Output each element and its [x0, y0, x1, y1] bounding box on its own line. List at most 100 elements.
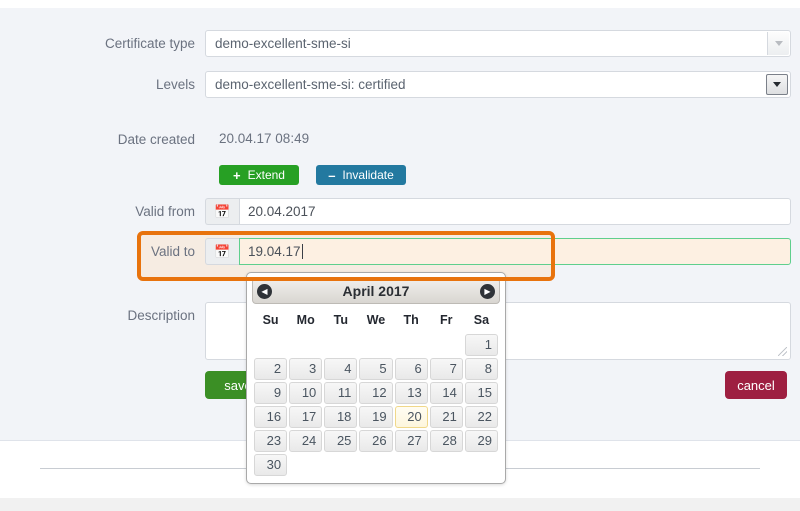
datepicker-day-22[interactable]: 22 [464, 406, 498, 428]
datepicker-empty-cell [254, 334, 287, 356]
datepicker-day-cell: 18 [324, 406, 358, 428]
weekday-mo: Mo [296, 313, 315, 327]
weekday-tu: Tu [333, 313, 349, 327]
datepicker-day-18[interactable]: 18 [324, 406, 358, 428]
weekday-th: Th [403, 313, 419, 327]
calendar-icon[interactable]: 📅 [205, 198, 239, 225]
datepicker-header: ◀ April 2017 ▶ [252, 278, 500, 304]
valid-to-input-group[interactable]: 📅 19.04.17 [205, 238, 791, 265]
valid-from-input-group[interactable]: 📅 20.04.2017 [205, 198, 791, 225]
datepicker-day-cell: 20 [394, 406, 428, 428]
datepicker-day-29[interactable]: 29 [464, 430, 498, 452]
datepicker-empty-cell [289, 454, 322, 476]
datepicker-day-cell: 13 [394, 382, 428, 404]
datepicker-day-23[interactable]: 23 [254, 430, 288, 452]
datepicker-day-cell: 27 [394, 430, 428, 452]
valid-from-input[interactable]: 20.04.2017 [239, 198, 791, 225]
datepicker-day-30[interactable]: 30 [254, 454, 288, 476]
datepicker-day-26[interactable]: 26 [359, 430, 393, 452]
invalidate-button-label: Invalidate [342, 168, 394, 182]
datepicker-day-27[interactable]: 27 [394, 430, 428, 452]
datepicker-week-row: 1 [254, 334, 498, 356]
certificate-type-select[interactable]: demo-excellent-sme-si [205, 30, 791, 57]
datepicker-empty-cell [465, 454, 498, 476]
datepicker-day-3[interactable]: 3 [289, 358, 323, 380]
datepicker-day-cell: 21 [429, 406, 463, 428]
datepicker-empty-cell [395, 334, 428, 356]
datepicker-day-cell: 22 [464, 406, 498, 428]
weekday-su: Su [262, 313, 279, 327]
weekday-sa: Sa [473, 313, 490, 327]
description-label: Description [127, 308, 195, 323]
datepicker-day-5[interactable]: 5 [359, 358, 393, 380]
datepicker-day-1[interactable]: 1 [464, 334, 498, 356]
datepicker-day-cell: 24 [289, 430, 323, 452]
datepicker-day-cell: 6 [394, 358, 428, 380]
chevron-down-icon[interactable] [766, 74, 788, 95]
datepicker-day-21[interactable]: 21 [429, 406, 463, 428]
datepicker-empty-cell [395, 454, 428, 476]
datepicker-grid: Su Mo Tu We Th Fr Sa 1 2 3 4 5 6 7 8 9 10 11 12 13 14… [252, 308, 500, 478]
datepicker-day-25[interactable]: 25 [324, 430, 358, 452]
datepicker-weekday-row: Su Mo Tu We Th Fr Sa [254, 310, 498, 332]
datepicker-day-cell: 4 [324, 358, 358, 380]
datepicker-day-7[interactable]: 7 [429, 358, 463, 380]
chevron-left-icon[interactable]: ◀ [257, 283, 272, 299]
datepicker-day-cell: 2 [254, 358, 288, 380]
datepicker-week-row: 23 24 25 26 27 28 29 [254, 430, 498, 452]
datepicker-week-row: 16 17 18 19 20 21 22 [254, 406, 498, 428]
extend-button-label: Extend [247, 168, 285, 182]
datepicker-empty-cell-container [289, 454, 322, 476]
datepicker-day-cell: 1 [464, 334, 498, 356]
datepicker-day-16[interactable]: 16 [254, 406, 288, 428]
resize-handle-icon[interactable] [778, 347, 787, 356]
chevron-down-icon[interactable] [767, 32, 789, 55]
datepicker-title: April 2017 [342, 283, 410, 299]
datepicker-day-cell: 25 [324, 430, 358, 452]
datepicker-day-13[interactable]: 13 [394, 382, 428, 404]
cancel-button[interactable]: cancel [725, 371, 787, 399]
datepicker-empty-cell-container [395, 454, 428, 476]
datepicker-day-cell: 10 [289, 382, 323, 404]
datepicker-day-15[interactable]: 15 [464, 382, 498, 404]
date-created-value: 20.04.17 08:49 [219, 131, 310, 146]
datepicker-day-24[interactable]: 24 [289, 430, 323, 452]
datepicker-day-4[interactable]: 4 [324, 358, 358, 380]
datepicker-day-8[interactable]: 8 [464, 358, 498, 380]
extend-button[interactable]: + Extend [219, 165, 299, 185]
datepicker-day-6[interactable]: 6 [394, 358, 428, 380]
datepicker-day-cell: 30 [254, 454, 288, 476]
levels-select[interactable]: demo-excellent-sme-si: certified [205, 71, 791, 98]
datepicker-day-17[interactable]: 17 [289, 406, 323, 428]
datepicker-day-10[interactable]: 10 [289, 382, 323, 404]
datepicker-day-cell: 16 [254, 406, 288, 428]
levels-label: Levels [155, 77, 195, 92]
invalidate-button[interactable]: – Invalidate [316, 165, 406, 185]
screen: Certificate type demo-excellent-sme-si L… [0, 0, 800, 511]
datepicker-empty-cell [289, 334, 322, 356]
datepicker-day-20[interactable]: 20 [394, 406, 428, 428]
datepicker-empty-cell-container [395, 334, 428, 356]
valid-to-input[interactable]: 19.04.17 [239, 238, 791, 265]
chevron-right-icon[interactable]: ▶ [480, 283, 495, 299]
datepicker-empty-cell [324, 454, 357, 476]
datepicker-empty-cell [430, 454, 463, 476]
datepicker-empty-cell-container [465, 454, 498, 476]
weekday-fr: Fr [440, 313, 453, 327]
datepicker-week-row: 2345678 [254, 358, 498, 380]
datepicker-day-19[interactable]: 19 [359, 406, 393, 428]
datepicker-body: 1 2 3 4 5 6 7 8 9 10 11 12 13 14 15 16 17 18 19 20 21 22 23 24 2… [254, 334, 498, 476]
calendar-icon[interactable]: 📅 [205, 238, 239, 265]
datepicker-day-9[interactable]: 9 [254, 382, 288, 404]
datepicker-day-14[interactable]: 14 [429, 382, 463, 404]
datepicker-day-28[interactable]: 28 [429, 430, 463, 452]
datepicker-day-2[interactable]: 2 [254, 358, 288, 380]
datepicker-day-11[interactable]: 11 [324, 382, 358, 404]
datepicker-empty-cell [430, 334, 463, 356]
datepicker-empty-cell-container [359, 454, 392, 476]
valid-from-label: Valid from [135, 204, 195, 219]
datepicker-day-cell: 8 [464, 358, 498, 380]
datepicker-day-cell: 26 [359, 430, 393, 452]
datepicker-day-12[interactable]: 12 [359, 382, 393, 404]
datepicker-popup[interactable]: ◀ April 2017 ▶ Su Mo Tu We Th Fr Sa 1234… [246, 272, 506, 484]
